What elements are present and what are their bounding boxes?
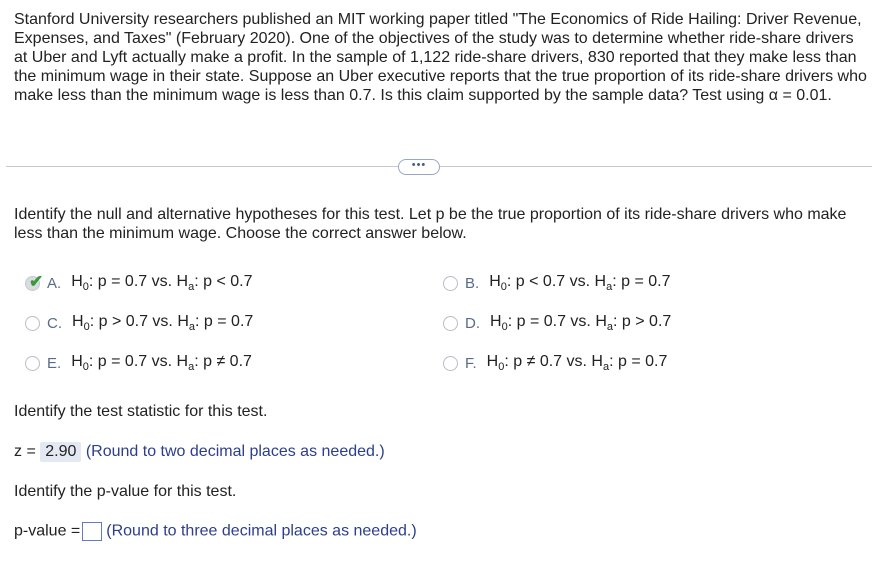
choice-letter: F. (465, 354, 477, 372)
test-statistic-question: Identify the test statistic for this tes… (14, 403, 268, 420)
choice-expression: H0: p < 0.7 vs. Ha: p = 0.7 (489, 273, 671, 293)
choice-b[interactable]: B. H0: p < 0.7 vs. Ha: p = 0.7 (443, 272, 670, 294)
radio-button-c[interactable] (25, 315, 40, 331)
choice-f[interactable]: F. H0: p ≠ 0.7 vs. Ha: p = 0.7 (443, 352, 667, 374)
p-value-row: p-value = (Round to three decimal places … (14, 522, 417, 541)
test-statistic-row: z = 2.90 (Round to two decimal places as… (14, 442, 385, 462)
z-answer-field[interactable]: 2.90 (40, 442, 82, 462)
choice-expression: H0: p ≠ 0.7 vs. Ha: p = 0.7 (486, 353, 668, 373)
choice-d[interactable]: D. H0: p = 0.7 vs. Ha: p > 0.7 (443, 312, 671, 334)
choice-expression: H0: p = 0.7 vs. Ha: p > 0.7 (490, 313, 672, 333)
choice-expression: H0: p > 0.7 vs. Ha: p = 0.7 (72, 313, 254, 333)
choice-c[interactable]: C. H0: p > 0.7 vs. Ha: p = 0.7 (25, 312, 253, 334)
choice-e[interactable]: E. H0: p = 0.7 vs. Ha: p ≠ 0.7 (25, 352, 252, 374)
choice-letter: E. (47, 354, 62, 372)
p-value-question: Identify the p-value for this test. (14, 483, 237, 500)
radio-button-e[interactable] (25, 355, 40, 371)
choice-expression: H0: p = 0.7 vs. Ha: p ≠ 0.7 (71, 353, 252, 373)
radio-button-b[interactable] (443, 275, 458, 291)
check-icon: ✔ (29, 271, 44, 291)
problem-statement: Stanford University researchers publishe… (14, 11, 867, 104)
rounding-hint: (Round to three decimal places as needed… (106, 522, 417, 540)
radio-button-d[interactable] (443, 315, 458, 331)
p-value-label: p-value = (14, 522, 81, 540)
choice-letter: D. (465, 314, 480, 332)
z-label: z = (14, 443, 36, 460)
rounding-hint: (Round to two decimal places as needed.) (85, 443, 385, 460)
choice-letter: C. (47, 314, 62, 332)
choice-letter: B. (465, 274, 480, 292)
radio-button-a[interactable]: ✔ (25, 272, 43, 291)
radio-button-f[interactable] (443, 355, 458, 371)
p-value-input[interactable] (82, 522, 103, 541)
hypotheses-question: Identify the null and alternative hypoth… (14, 206, 847, 242)
choice-a[interactable]: ✔ A. H0: p = 0.7 vs. Ha: p < 0.7 (25, 272, 252, 294)
choice-letter: A. (47, 274, 62, 292)
choice-expression: H0: p = 0.7 vs. Ha: p < 0.7 (71, 273, 253, 293)
expand-more-button[interactable]: ••• (398, 159, 440, 175)
